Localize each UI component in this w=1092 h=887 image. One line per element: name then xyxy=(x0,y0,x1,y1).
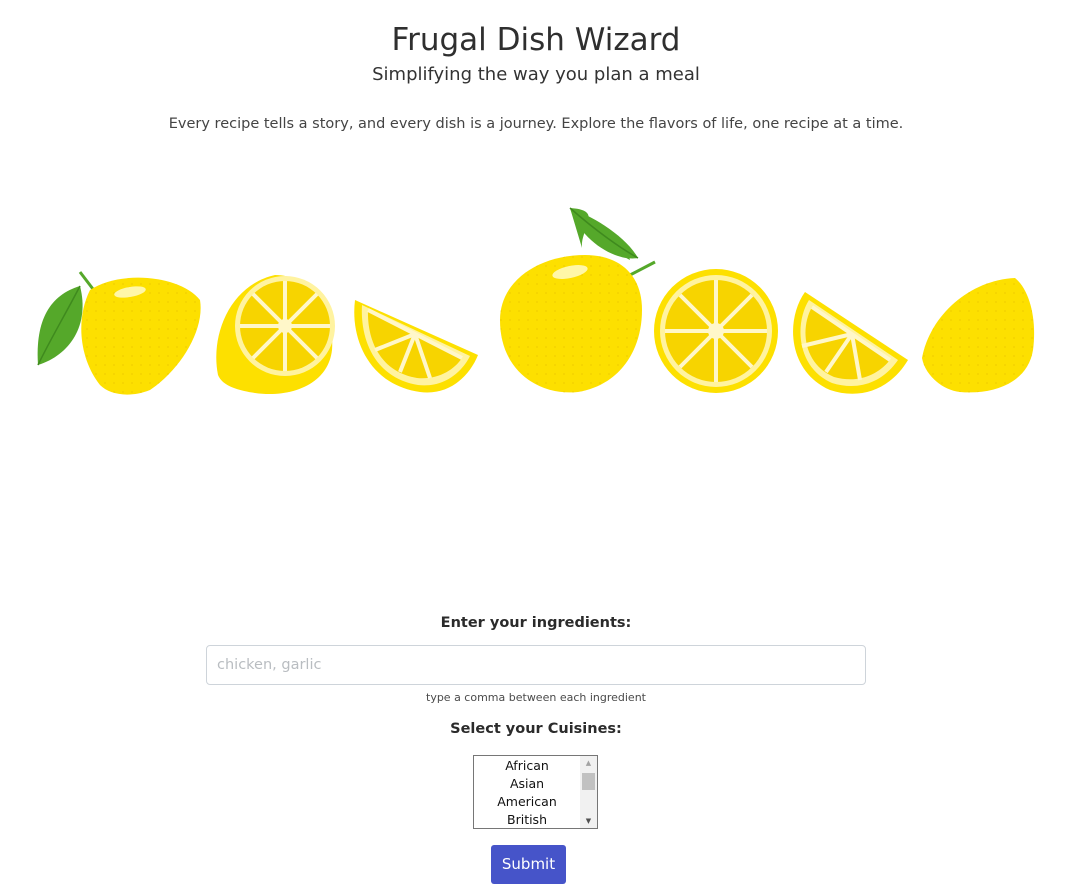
cuisines-scrollbar[interactable]: ▲ ▼ xyxy=(580,756,597,828)
page-title: Frugal Dish Wizard xyxy=(391,22,681,58)
lemon-half-icon xyxy=(216,275,335,395)
cuisines-listbox[interactable]: African Asian American British ▲ ▼ xyxy=(473,755,598,829)
ingredients-help-text: type a comma between each ingredient xyxy=(426,691,646,704)
page-subtitle: Simplifying the way you plan a meal xyxy=(372,64,700,85)
cuisine-option[interactable]: Asian xyxy=(474,775,580,793)
tagline: Every recipe tells a story, and every di… xyxy=(168,116,904,132)
lemon-with-leaf-icon xyxy=(37,271,201,395)
lemon-icon xyxy=(922,278,1035,393)
cuisine-option[interactable]: American xyxy=(474,793,580,811)
submit-button[interactable]: Submit xyxy=(491,845,566,884)
lemon-wedge-icon xyxy=(354,300,478,393)
cuisine-option[interactable]: African xyxy=(474,757,580,775)
whole-lemon-icon xyxy=(500,207,656,393)
scrollbar-thumb[interactable] xyxy=(582,773,595,790)
ingredients-label: Enter your ingredients: xyxy=(440,615,632,631)
ingredients-input[interactable] xyxy=(206,645,866,685)
scroll-down-arrow-icon[interactable]: ▼ xyxy=(580,814,597,828)
lemon-wedge-icon xyxy=(793,292,908,394)
cuisines-label: Select your Cuisines: xyxy=(450,721,622,737)
lemon-slice-icon xyxy=(654,269,778,393)
scroll-up-arrow-icon[interactable]: ▲ xyxy=(580,756,597,770)
lemon-banner-image xyxy=(37,207,1035,395)
cuisine-option[interactable]: British xyxy=(474,811,580,828)
page: Frugal Dish Wizard Simplifying the way y… xyxy=(0,0,1092,887)
